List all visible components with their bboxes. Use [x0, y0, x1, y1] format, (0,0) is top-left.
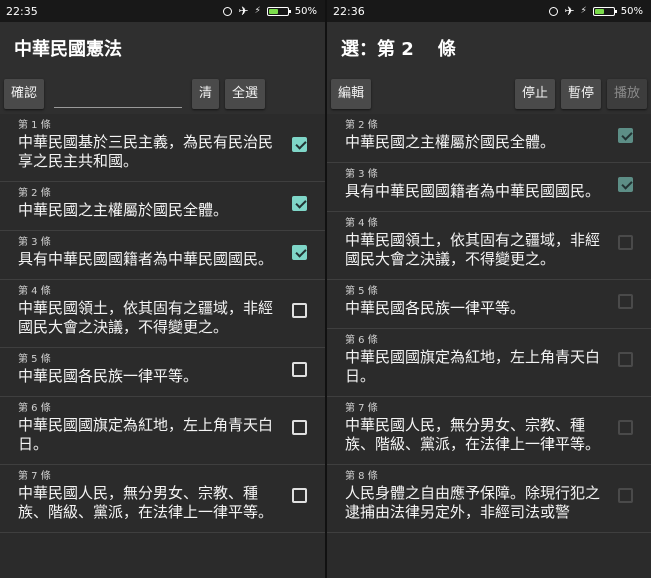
article-number: 第 5 條	[18, 354, 51, 365]
battery-percent: 50%	[620, 5, 643, 17]
article-checkbox[interactable]	[291, 488, 307, 503]
list-item[interactable]: 第 7 條中華民國人民，無分男女、宗教、種族、階級、黨派，在法律上一律平等。	[327, 397, 651, 465]
airplane-mode-icon: ✈	[238, 4, 249, 18]
play-button[interactable]: 播放	[606, 79, 647, 109]
article-checkbox[interactable]	[291, 420, 307, 435]
article-text: 中華民國領土，依其固有之疆域，非經國民大會之決議，不得變更之。	[18, 299, 274, 336]
search-input[interactable]	[54, 79, 183, 108]
article-text: 人民身體之自由應予保障。除現行犯之逮捕由法律另定外，非經司法或警	[345, 484, 601, 521]
status-time: 22:36	[333, 4, 365, 18]
article-number: 第 5 條	[345, 286, 378, 297]
article-list: 第 2 條中華民國之主權屬於國民全體。第 3 條具有中華民國國籍者為中華民國國民…	[327, 114, 651, 533]
list-item[interactable]: 第 2 條中華民國之主權屬於國民全體。	[327, 114, 651, 163]
article-checkbox[interactable]	[291, 244, 307, 260]
article-number: 第 4 條	[18, 286, 51, 297]
list-item[interactable]: 第 6 條中華民國國旗定為紅地，左上角青天白日。	[0, 397, 325, 465]
article-checkbox[interactable]	[617, 420, 633, 435]
article-text: 中華民國各民族一律平等。	[18, 367, 199, 385]
pause-button[interactable]: 暫停	[560, 79, 601, 109]
article-checkbox[interactable]	[617, 176, 633, 192]
screen-right: 22:36 ✈ ⚡ 50% 選：第 2 條 編輯 停止 暫停 播放 第 2 條中華…	[327, 0, 651, 578]
article-number: 第 8 條	[345, 471, 378, 482]
article-checkbox[interactable]	[291, 361, 307, 377]
airplane-mode-icon: ✈	[564, 4, 575, 18]
list-item[interactable]: 第 4 條中華民國領土，依其固有之疆域，非經國民大會之決議，不得變更之。	[0, 280, 325, 348]
article-number: 第 2 條	[345, 120, 378, 131]
article-number: 第 6 條	[18, 403, 51, 414]
battery-level	[268, 8, 278, 14]
article-number: 第 7 條	[345, 403, 378, 414]
stop-button[interactable]: 停止	[514, 79, 555, 109]
clear-button[interactable]: 清	[192, 79, 220, 109]
list-item[interactable]: 第 8 條人民身體之自由應予保障。除現行犯之逮捕由法律另定外，非經司法或警	[327, 465, 651, 533]
article-checkbox[interactable]	[291, 303, 307, 318]
list-item[interactable]: 第 2 條中華民國之主權屬於國民全體。	[0, 182, 325, 231]
edit-button[interactable]: 編輯	[331, 79, 372, 109]
list-item[interactable]: 第 5 條中華民國各民族一律平等。	[327, 280, 651, 329]
article-text: 中華民國基於三民主義，為民有民治民享之民主共和國。	[18, 133, 274, 170]
list-item[interactable]: 第 4 條中華民國領土，依其固有之疆域，非經國民大會之決議，不得變更之。	[327, 212, 651, 280]
article-list: 第 1 條中華民國基於三民主義，為民有民治民享之民主共和國。第 2 條中華民國之…	[0, 114, 325, 533]
sync-icon	[549, 6, 559, 16]
article-number: 第 4 條	[345, 218, 378, 229]
article-number: 第 3 條	[18, 237, 51, 248]
article-number: 第 7 條	[18, 471, 51, 482]
article-checkbox[interactable]	[291, 137, 307, 152]
page-title: 選：第 2	[341, 39, 414, 60]
article-checkbox[interactable]	[617, 235, 633, 250]
battery-icon	[266, 6, 291, 16]
charging-icon: ⚡	[254, 6, 261, 16]
sync-icon	[223, 6, 233, 16]
charging-icon: ⚡	[580, 6, 587, 16]
battery-icon	[592, 6, 617, 16]
article-text: 中華民國國旗定為紅地，左上角青天白日。	[345, 348, 601, 385]
article-text: 中華民國國旗定為紅地，左上角青天白日。	[18, 416, 274, 453]
status-time: 22:35	[6, 4, 38, 18]
app-title-bar: 中華民國憲法	[0, 22, 325, 74]
list-item[interactable]: 第 1 條中華民國基於三民主義，為民有民治民享之民主共和國。	[0, 114, 325, 182]
article-text: 具有中華民國國籍者為中華民國國民。	[18, 250, 274, 268]
article-checkbox[interactable]	[291, 195, 307, 211]
article-text: 中華民國之主權屬於國民全體。	[345, 133, 556, 151]
article-checkbox[interactable]	[617, 127, 633, 143]
select-all-button[interactable]: 全選	[225, 79, 266, 109]
article-number: 第 3 條	[345, 169, 378, 180]
article-text: 中華民國領土，依其固有之疆域，非經國民大會之決議，不得變更之。	[345, 231, 601, 268]
page-title-suffix: 條	[437, 39, 456, 60]
toolbar: 編輯 停止 暫停 播放	[327, 74, 651, 114]
list-item[interactable]: 第 3 條具有中華民國國籍者為中華民國國民。	[0, 231, 325, 280]
article-text: 中華民國人民，無分男女、宗教、種族、階級、黨派，在法律上一律平等。	[345, 416, 601, 453]
article-checkbox[interactable]	[617, 293, 633, 309]
list-item[interactable]: 第 7 條中華民國人民，無分男女、宗教、種族、階級、黨派，在法律上一律平等。	[0, 465, 325, 533]
confirm-button[interactable]: 確認	[4, 79, 45, 109]
page-title: 中華民國憲法	[14, 39, 122, 60]
article-checkbox[interactable]	[617, 488, 633, 503]
article-text: 具有中華民國國籍者為中華民國國民。	[345, 182, 601, 200]
article-number: 第 1 條	[18, 120, 51, 131]
list-item[interactable]: 第 3 條具有中華民國國籍者為中華民國國民。	[327, 163, 651, 212]
article-number: 第 6 條	[345, 335, 378, 346]
list-item[interactable]: 第 5 條中華民國各民族一律平等。	[0, 348, 325, 397]
article-checkbox[interactable]	[617, 352, 633, 367]
battery-level	[594, 8, 604, 14]
toolbar: 確認 清 全選	[0, 74, 325, 114]
article-number: 第 2 條	[18, 188, 51, 199]
battery-percent: 50%	[294, 5, 317, 17]
article-text: 中華民國各民族一律平等。	[345, 299, 526, 317]
status-bar: 22:36 ✈ ⚡ 50%	[327, 0, 651, 22]
article-text: 中華民國人民，無分男女、宗教、種族、階級、黨派，在法律上一律平等。	[18, 484, 274, 521]
status-bar: 22:35 ✈ ⚡ 50%	[0, 0, 325, 22]
app-title-bar: 選：第 2 條	[327, 22, 651, 74]
article-text: 中華民國之主權屬於國民全體。	[18, 201, 229, 219]
screen-left: 22:35 ✈ ⚡ 50% 中華民國憲法 確認 清 全選 第 1 條中華民國基於…	[0, 0, 325, 578]
list-item[interactable]: 第 6 條中華民國國旗定為紅地，左上角青天白日。	[327, 329, 651, 397]
